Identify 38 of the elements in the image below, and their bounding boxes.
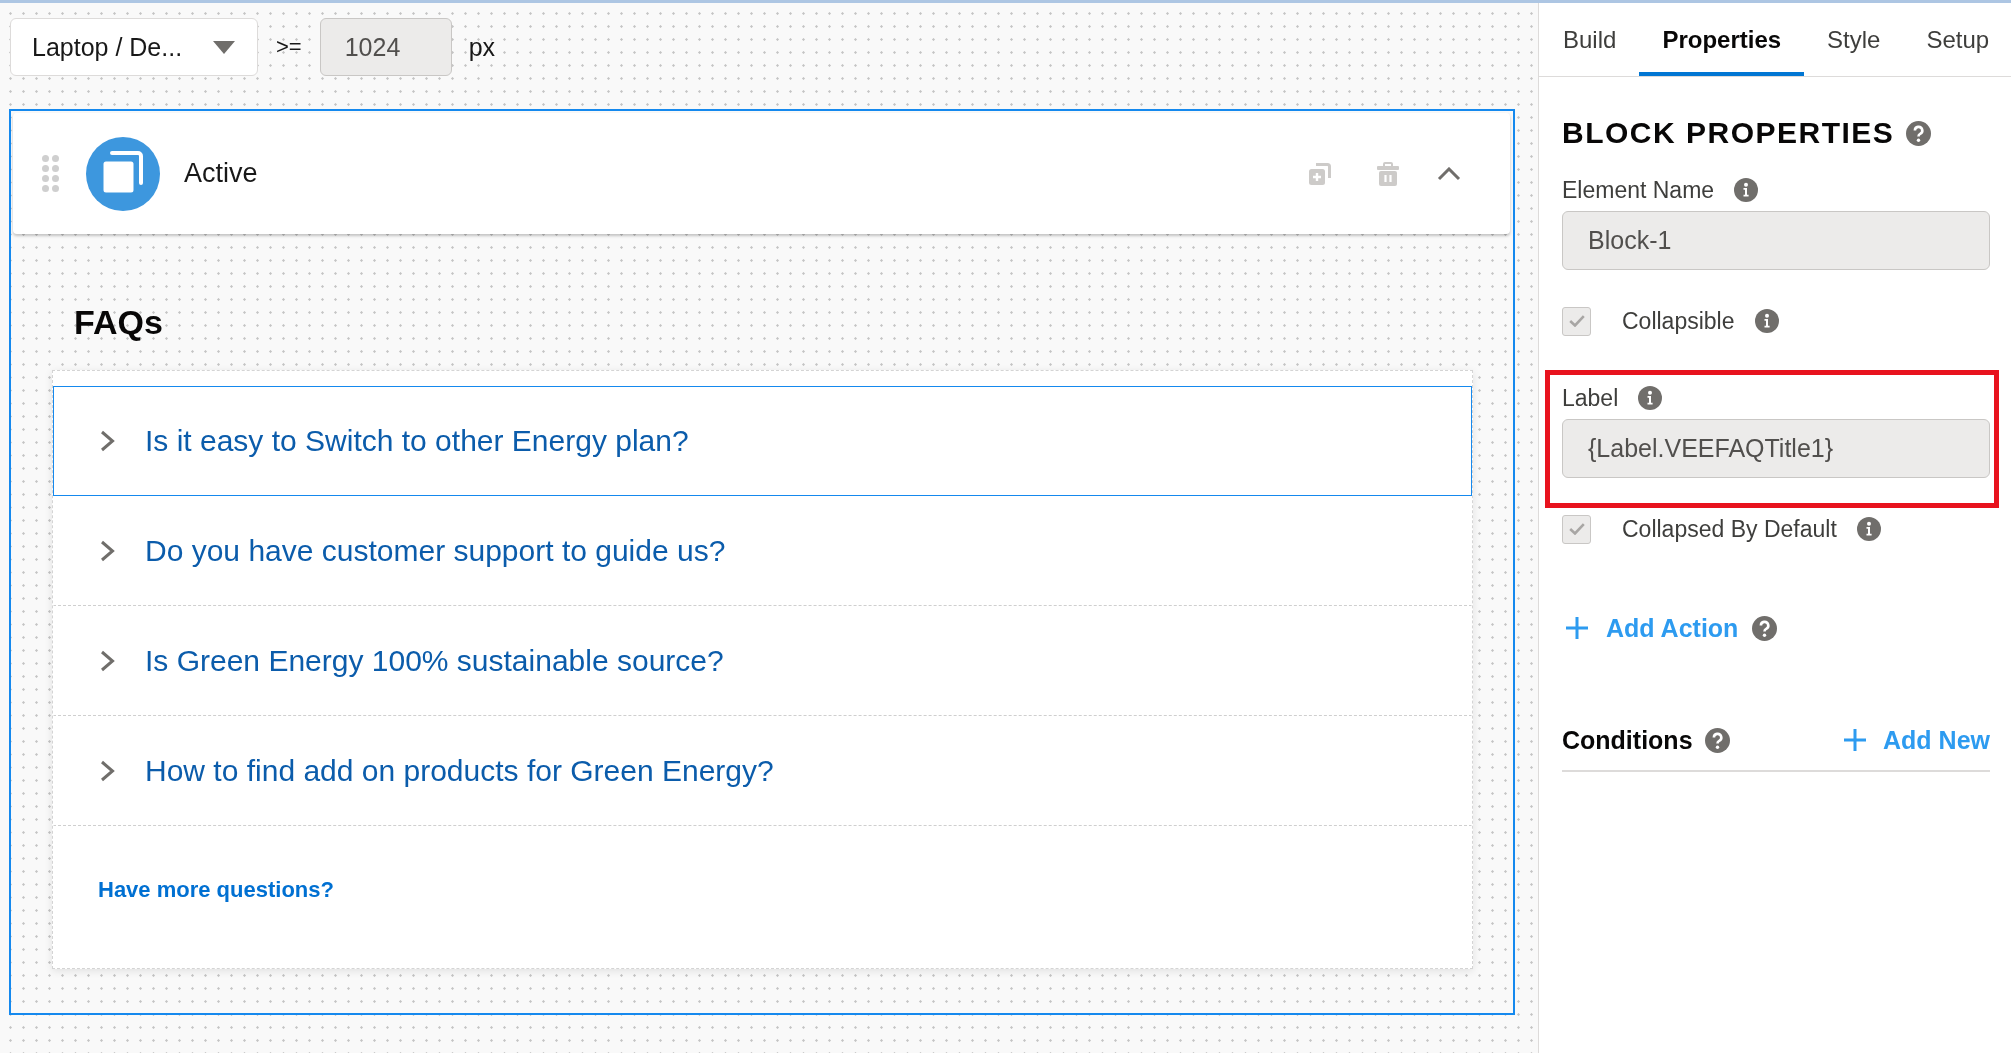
faq-item[interactable]: Do you have customer support to guide us? <box>53 496 1472 606</box>
info-icon <box>1734 178 1759 202</box>
tab[interactable]: Properties <box>1639 3 1805 76</box>
field-label: Label <box>1562 384 1619 412</box>
help-icon <box>1752 615 1778 641</box>
device-dropdown[interactable]: Laptop / De... <box>10 18 258 76</box>
help-icon <box>1906 120 1932 146</box>
stacked-squares-icon <box>86 136 160 211</box>
field-label: Element Name <box>1562 176 1715 204</box>
text-field[interactable]: {Label.VEEFAQTitle1} <box>1562 419 1990 478</box>
block-title: Active <box>184 158 258 189</box>
unit-label: px <box>468 32 496 62</box>
checkbox-label: Collapsible <box>1622 307 1735 335</box>
info-icon <box>1638 386 1663 410</box>
tab[interactable]: Build <box>1539 3 1640 76</box>
caret-icon <box>213 40 235 54</box>
panel-heading: BLOCK PROPERTIES <box>1562 115 1895 151</box>
conditions-heading: Conditions <box>1562 725 1693 755</box>
more-questions-link[interactable]: Have more questions? <box>98 877 334 902</box>
text-field[interactable]: Block-1 <box>1562 211 1990 270</box>
min-width-field[interactable]: 1024 <box>319 18 452 76</box>
tab[interactable]: Style <box>1804 3 1904 76</box>
faq-heading: FAQs <box>74 302 163 342</box>
drag-handle-icon[interactable] <box>42 155 59 192</box>
checkmark-icon <box>1568 315 1585 327</box>
info-icon <box>1754 309 1779 333</box>
info-icon <box>1856 517 1881 541</box>
checkbox-label: Collapsed By Default <box>1622 515 1837 543</box>
checkmark-icon <box>1568 523 1585 535</box>
plus-icon <box>1844 729 1867 751</box>
help-icon <box>1704 727 1730 753</box>
faq-item[interactable]: Is Green Energy 100% sustainable source? <box>53 606 1472 716</box>
tab[interactable]: Setup <box>1903 3 2011 76</box>
faq-item[interactable]: Is it easy to Switch to other Energy plan? <box>53 386 1472 496</box>
chevron-up-icon[interactable] <box>1437 166 1461 181</box>
comparison-operator: >= <box>276 34 302 60</box>
faq-item[interactable]: How to find add on products for Green Energy? <box>53 716 1472 826</box>
plus-icon <box>1566 617 1588 639</box>
